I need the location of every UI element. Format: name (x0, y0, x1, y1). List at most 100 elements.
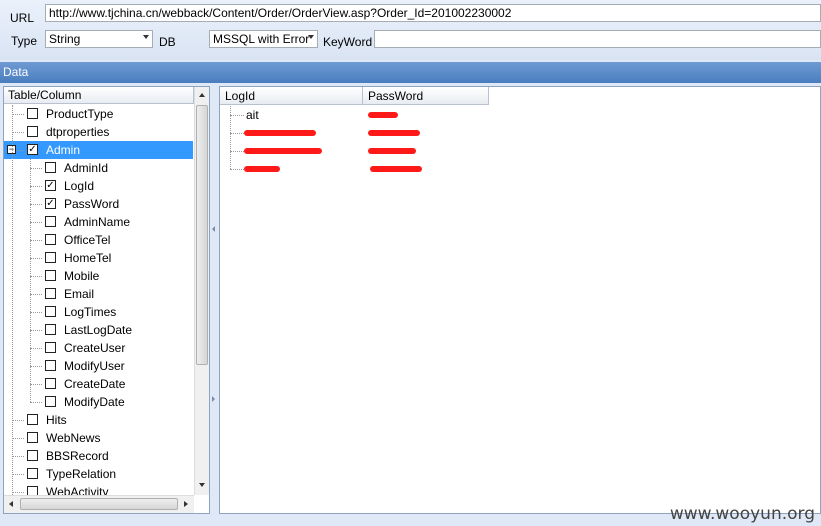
query-toolbar: URL http://www.tjchina.cn/webback/Conten… (0, 0, 821, 60)
tree-horizontal-scrollbar[interactable] (4, 495, 194, 513)
tree-node-label: Hits (46, 413, 67, 427)
panel-splitter[interactable] (210, 86, 218, 514)
checkbox[interactable] (27, 432, 38, 443)
tree-node[interactable]: OfficeTel (4, 231, 193, 249)
tree-node[interactable]: ModifyUser (4, 357, 193, 375)
splitter-expand-icon[interactable] (212, 396, 215, 402)
table-row[interactable]: ait (220, 106, 820, 124)
tree-connector (30, 366, 42, 367)
scroll-left-icon[interactable] (9, 501, 13, 507)
tree-node-label: dtproperties (46, 125, 110, 139)
grid-column-logid[interactable]: LogId (220, 87, 363, 105)
checkbox[interactable] (45, 360, 56, 371)
tree-node[interactable]: BBSRecord (4, 447, 193, 465)
checkbox[interactable] (45, 288, 56, 299)
tree-node[interactable]: CreateDate (4, 375, 193, 393)
splitter-collapse-icon[interactable] (212, 226, 215, 232)
tree-connector (30, 348, 42, 349)
redaction-mark (370, 166, 422, 172)
type-select-value: String (49, 32, 81, 46)
scroll-down-icon[interactable] (199, 483, 205, 487)
tree-vertical-scrollbar[interactable] (194, 87, 209, 495)
tree-node[interactable]: AdminId (4, 159, 193, 177)
redaction-mark (368, 130, 420, 136)
grid-column-password[interactable]: PassWord (363, 87, 489, 105)
tree-vscroll-thumb[interactable] (196, 105, 208, 365)
tree-node[interactable]: dtproperties (4, 123, 193, 141)
checkbox[interactable] (45, 162, 56, 173)
tree-node[interactable]: ✓ LogId (4, 177, 193, 195)
tree-node[interactable]: AdminName (4, 213, 193, 231)
table-row[interactable] (220, 124, 820, 142)
tree-connector (30, 402, 42, 403)
checkbox-checked[interactable]: ✓ (45, 198, 56, 209)
tree-connector (12, 438, 24, 439)
tree-node[interactable]: ✓ PassWord (4, 195, 193, 213)
checkbox[interactable] (45, 234, 56, 245)
data-panel-title: Data (0, 62, 821, 83)
checkbox[interactable] (45, 396, 56, 407)
tree-node-label: CreateDate (64, 377, 126, 391)
tree-node[interactable]: Hits (4, 411, 193, 429)
redaction-mark (244, 166, 280, 172)
tree-node[interactable]: Mobile (4, 267, 193, 285)
table-row[interactable] (220, 142, 820, 160)
type-label: Type (11, 34, 38, 48)
checkbox[interactable] (45, 270, 56, 281)
row-connector (230, 151, 244, 152)
checkbox[interactable] (45, 324, 56, 335)
tree-node[interactable]: ModifyDate (4, 393, 193, 411)
tree-node-label: LogTimes (64, 305, 117, 319)
scroll-up-icon[interactable] (199, 93, 205, 97)
tree-connector (30, 312, 42, 313)
scroll-right-icon[interactable] (184, 501, 188, 507)
checkbox[interactable] (45, 252, 56, 263)
tree-node[interactable]: WebNews (4, 429, 193, 447)
tree-node[interactable]: TypeRelation (4, 465, 193, 483)
tree-hscroll-thumb[interactable] (20, 498, 178, 510)
row-connector (230, 169, 244, 170)
checkbox[interactable] (45, 216, 56, 227)
checkbox-checked[interactable]: ✓ (45, 180, 56, 191)
chevron-down-icon (143, 35, 149, 39)
tree-node-label: AdminName (64, 215, 131, 229)
checkbox[interactable] (27, 108, 38, 119)
row-connector (230, 133, 244, 134)
tree-connector (30, 258, 42, 259)
cell-logid: ait (246, 108, 259, 122)
tree-connector (12, 492, 24, 493)
redaction-mark (368, 148, 416, 154)
tree-connector (30, 204, 42, 205)
tree-node[interactable]: Email (4, 285, 193, 303)
tree-node[interactable]: ProductType (4, 105, 193, 123)
checkbox[interactable] (27, 450, 38, 461)
tree-node-label: ModifyDate (64, 395, 125, 409)
db-label: DB (159, 35, 176, 49)
tree-node[interactable]: HomeTel (4, 249, 193, 267)
tree-connector (30, 276, 42, 277)
tree-connector (12, 420, 24, 421)
checkbox[interactable] (45, 342, 56, 353)
tree-node[interactable]: CreateUser (4, 339, 193, 357)
tree-node-label: OfficeTel (64, 233, 111, 247)
checkbox[interactable] (27, 126, 38, 137)
tree-node[interactable]: − ✓ Admin (4, 141, 193, 159)
tree-node-label: LogId (64, 179, 95, 193)
checkbox-checked[interactable]: ✓ (27, 144, 38, 155)
type-select[interactable]: String (45, 30, 153, 48)
tree-node-label: AdminId (64, 161, 109, 175)
checkbox[interactable] (45, 306, 56, 317)
redaction-mark (368, 112, 398, 118)
tree-node-label: ProductType (46, 107, 114, 121)
db-select[interactable]: MSSQL with Error (209, 30, 318, 48)
checkbox[interactable] (27, 414, 38, 425)
row-connector (230, 115, 244, 116)
tree-node[interactable]: LogTimes (4, 303, 193, 321)
keyword-input[interactable] (374, 30, 821, 48)
checkbox[interactable] (27, 468, 38, 479)
tree-node[interactable]: LastLogDate (4, 321, 193, 339)
table-row[interactable] (220, 160, 820, 178)
url-input[interactable]: http://www.tjchina.cn/webback/Content/Or… (45, 4, 821, 22)
checkbox[interactable] (45, 378, 56, 389)
tree-column-header[interactable]: Table/Column (4, 87, 194, 104)
